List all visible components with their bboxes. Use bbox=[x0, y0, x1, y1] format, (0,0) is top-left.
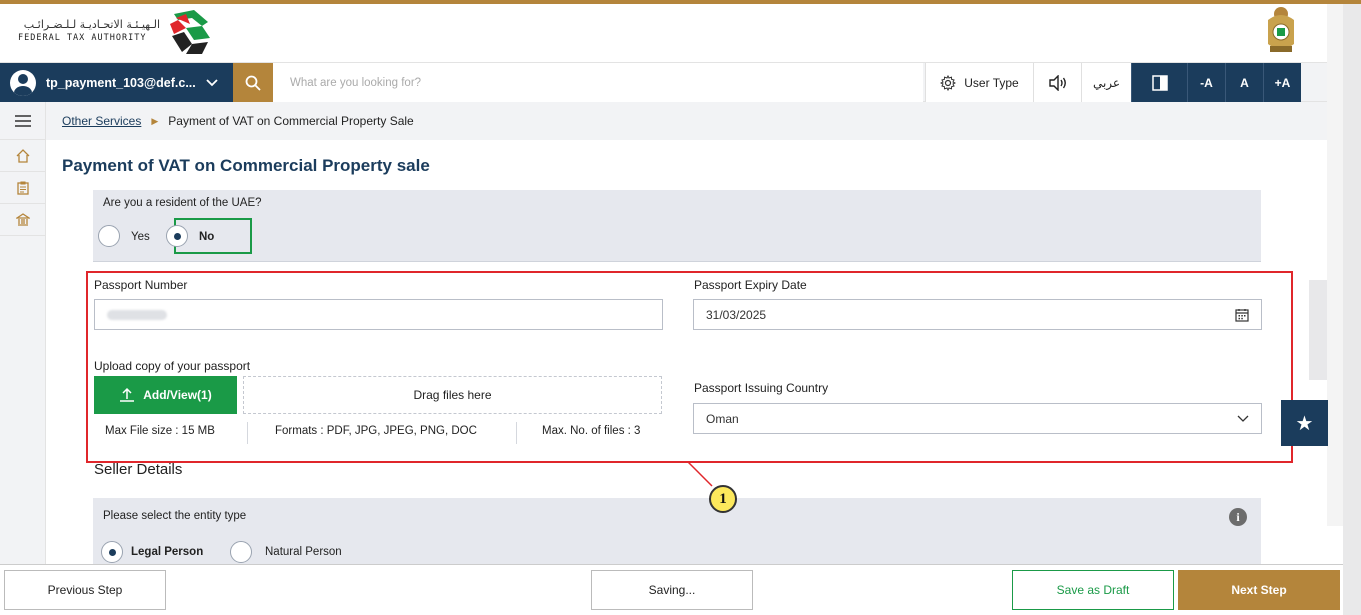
user-type-button[interactable]: User Type bbox=[925, 63, 1033, 103]
font-normal-button[interactable]: A bbox=[1225, 63, 1263, 103]
hamburger-menu-icon bbox=[15, 114, 31, 127]
legal-person-label: Legal Person bbox=[131, 546, 204, 558]
resident-yes-radio[interactable] bbox=[98, 225, 120, 247]
resident-no-label: No bbox=[199, 231, 215, 243]
menu-toggle-button[interactable] bbox=[0, 102, 46, 140]
seller-details-heading: Seller Details bbox=[94, 461, 183, 478]
star-icon: ★ bbox=[1295, 412, 1314, 435]
window-scrollbar[interactable] bbox=[1343, 4, 1361, 615]
search-icon bbox=[245, 75, 261, 91]
breadcrumb-link-other-services[interactable]: Other Services bbox=[62, 114, 141, 128]
arabic-language-toggle[interactable]: عربي bbox=[1081, 63, 1131, 103]
info-icon[interactable]: i bbox=[1229, 508, 1247, 526]
entity-type-panel: Please select the entity type i Legal Pe… bbox=[93, 498, 1261, 564]
resident-question-panel: Are you a resident of the UAE? Yes No bbox=[93, 190, 1261, 262]
uae-emblem-icon bbox=[1268, 7, 1294, 52]
search-input[interactable] bbox=[273, 63, 923, 103]
content-scrollbar-thumb[interactable] bbox=[1309, 280, 1327, 380]
user-type-label: User Type bbox=[964, 76, 1019, 90]
favorite-button[interactable]: ★ bbox=[1281, 400, 1328, 446]
user-avatar-icon bbox=[10, 70, 36, 96]
navbar-actions: User Type عربي -A A +A bbox=[925, 63, 1301, 103]
logo-english-text: FEDERAL TAX AUTHORITY bbox=[18, 33, 147, 43]
user-email: tp_payment_103@def.c... bbox=[46, 76, 196, 90]
contrast-toggle-button[interactable] bbox=[1131, 63, 1187, 103]
natural-person-radio[interactable] bbox=[230, 541, 252, 563]
save-draft-button[interactable]: Save as Draft bbox=[1012, 570, 1174, 610]
gear-icon bbox=[940, 75, 957, 91]
font-increase-button[interactable]: +A bbox=[1263, 63, 1301, 103]
entity-type-question: Please select the entity type bbox=[103, 510, 247, 522]
resident-yes-label: Yes bbox=[131, 231, 150, 243]
top-navbar: tp_payment_103@def.c... User Type عربي -… bbox=[0, 62, 1343, 103]
sidebar-item-bank[interactable] bbox=[0, 204, 46, 236]
legal-person-radio[interactable] bbox=[101, 541, 123, 563]
site-header: الـهيـئـة الاتحـاديـة لـلـضـرائـب FEDERA… bbox=[0, 4, 1343, 62]
annotation-highlight-box bbox=[86, 271, 1293, 463]
search-button[interactable] bbox=[233, 63, 273, 103]
clipboard-icon bbox=[17, 180, 29, 195]
page-title: Payment of VAT on Commercial Property sa… bbox=[62, 156, 430, 175]
resident-no-radio[interactable] bbox=[166, 225, 188, 247]
page-scrollbar[interactable] bbox=[1327, 4, 1343, 526]
home-icon bbox=[16, 148, 30, 163]
font-decrease-button[interactable]: -A bbox=[1187, 63, 1225, 103]
sidebar-item-tasks[interactable] bbox=[0, 172, 46, 204]
previous-step-button[interactable]: Previous Step bbox=[4, 570, 166, 610]
contrast-icon bbox=[1151, 75, 1168, 91]
form-footer: Previous Step Saving... Save as Draft Ne… bbox=[0, 564, 1343, 615]
next-step-button[interactable]: Next Step bbox=[1178, 570, 1340, 610]
chevron-down-icon bbox=[206, 79, 218, 87]
user-menu-button[interactable]: tp_payment_103@def.c... bbox=[0, 63, 233, 103]
logo-arabic-text: الـهيـئـة الاتحـاديـة لـلـضـرائـب bbox=[23, 18, 160, 31]
bank-icon bbox=[16, 212, 30, 226]
fta-logo-text[interactable]: الـهيـئـة الاتحـاديـة لـلـضـرائـب FEDERA… bbox=[18, 18, 160, 44]
natural-person-label: Natural Person bbox=[265, 546, 342, 558]
breadcrumb: Other Services ▶ Payment of VAT on Comme… bbox=[46, 102, 1343, 140]
callout-number-badge: 1 bbox=[709, 485, 737, 513]
left-sidebar bbox=[0, 102, 46, 564]
resident-question-label: Are you a resident of the UAE? bbox=[103, 197, 262, 209]
breadcrumb-current: Payment of VAT on Commercial Property Sa… bbox=[168, 114, 414, 128]
breadcrumb-arrow-icon: ▶ bbox=[151, 115, 159, 126]
speaker-icon bbox=[1048, 75, 1066, 91]
fta-logo-icon[interactable] bbox=[164, 6, 214, 58]
saving-status-button[interactable]: Saving... bbox=[591, 570, 753, 610]
text-to-speech-button[interactable] bbox=[1033, 63, 1081, 103]
sidebar-item-home[interactable] bbox=[0, 140, 46, 172]
